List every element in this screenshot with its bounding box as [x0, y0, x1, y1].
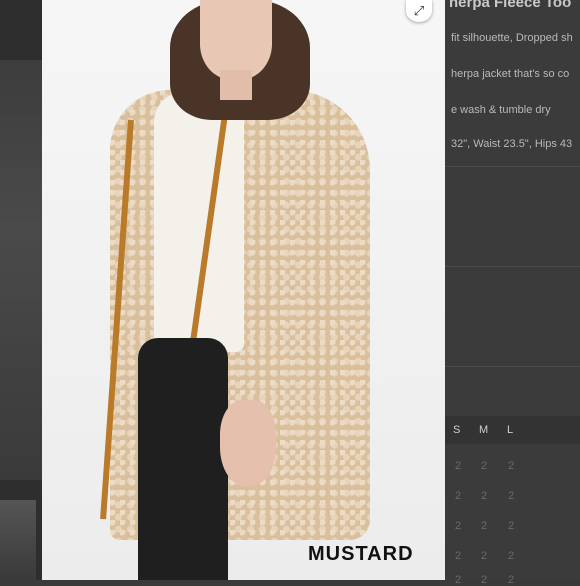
- background-main-image: [0, 60, 42, 480]
- size-header-l: L: [507, 424, 514, 436]
- model-face: [200, 0, 272, 80]
- size-cell: 2: [455, 520, 462, 532]
- detail-line: e wash & tumble dry: [451, 104, 551, 116]
- size-cell: 2: [481, 460, 488, 472]
- size-header-s: S: [453, 424, 461, 436]
- size-cell: 2: [508, 460, 515, 472]
- image-lightbox[interactable]: ⤢ MUSTARD: [42, 0, 445, 580]
- expand-icon[interactable]: ⤢: [406, 0, 432, 22]
- size-cell: 2: [481, 520, 488, 532]
- size-cell: 2: [508, 550, 515, 562]
- size-cell: 2: [455, 490, 462, 502]
- leather-pants: [138, 338, 228, 580]
- detail-line: fit silhouette, Dropped sh: [451, 32, 573, 44]
- divider: [445, 266, 580, 267]
- thumbnail-image[interactable]: [0, 500, 36, 580]
- size-cell: 2: [508, 490, 515, 502]
- detail-line: herpa jacket that's so co: [451, 68, 570, 80]
- divider: [445, 166, 580, 167]
- size-cell: 2: [481, 574, 488, 586]
- model-hand: [220, 400, 276, 486]
- model-neck: [220, 70, 252, 100]
- size-header-m: M: [479, 424, 489, 436]
- detail-line: 32", Waist 23.5", Hips 43: [451, 138, 573, 150]
- size-cell: 2: [508, 574, 515, 586]
- divider: [445, 366, 580, 367]
- size-cell: 2: [481, 490, 488, 502]
- product-details-panel: herpa Fleece Too fit silhouette, Dropped…: [445, 0, 580, 586]
- size-cell: 2: [455, 550, 462, 562]
- size-cell: 2: [508, 520, 515, 532]
- size-cell: 2: [455, 460, 462, 472]
- color-caption: MUSTARD: [308, 543, 414, 565]
- size-cell: 2: [455, 574, 462, 586]
- size-chart-header: S M L: [445, 416, 580, 444]
- product-title: herpa Fleece Too: [449, 0, 572, 11]
- size-cell: 2: [481, 550, 488, 562]
